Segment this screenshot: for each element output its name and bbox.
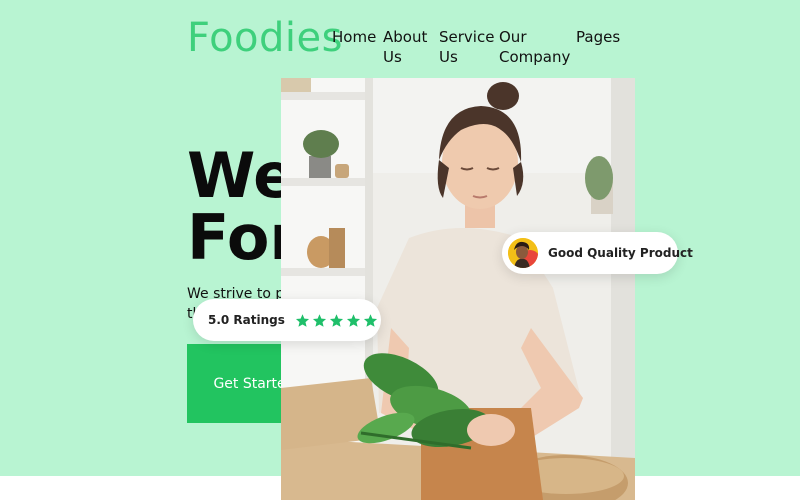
nav-about-us[interactable]: About Us: [383, 27, 427, 67]
brand-logo[interactable]: Foodies: [187, 14, 343, 62]
nav-pages[interactable]: Pages: [576, 27, 620, 47]
rating-badge: 5.0 Ratings: [193, 299, 381, 341]
rating-label: 5.0 Ratings: [208, 313, 285, 327]
nav-service-label-2: Us: [439, 48, 458, 66]
star-icon: [312, 313, 326, 327]
star-icon: [346, 313, 360, 327]
nav-our-company[interactable]: Our Company: [499, 27, 570, 67]
nav-service-us[interactable]: Service Us: [439, 27, 494, 67]
nav-home[interactable]: Home: [332, 27, 376, 47]
nav-about-label-1: About: [383, 28, 428, 46]
woman-with-greens-photo: [281, 78, 635, 500]
quality-badge: Good Quality Product: [502, 232, 693, 274]
star-icon: [363, 313, 377, 327]
nav-service-label-1: Service: [439, 28, 495, 46]
rating-stars: [295, 313, 378, 328]
customer-avatar: [508, 238, 538, 268]
nav-home-label: Home: [332, 28, 377, 46]
avatar-icon: [508, 238, 538, 268]
nav-company-label-2: Company: [499, 48, 571, 66]
nav-company-label-1: Our: [499, 28, 527, 46]
nav-pages-label: Pages: [576, 28, 621, 46]
star-icon: [329, 313, 343, 327]
hero-photo: [281, 78, 635, 500]
star-icon: [295, 313, 309, 327]
nav-about-label-2: Us: [383, 48, 402, 66]
quality-label: Good Quality Product: [548, 246, 693, 260]
